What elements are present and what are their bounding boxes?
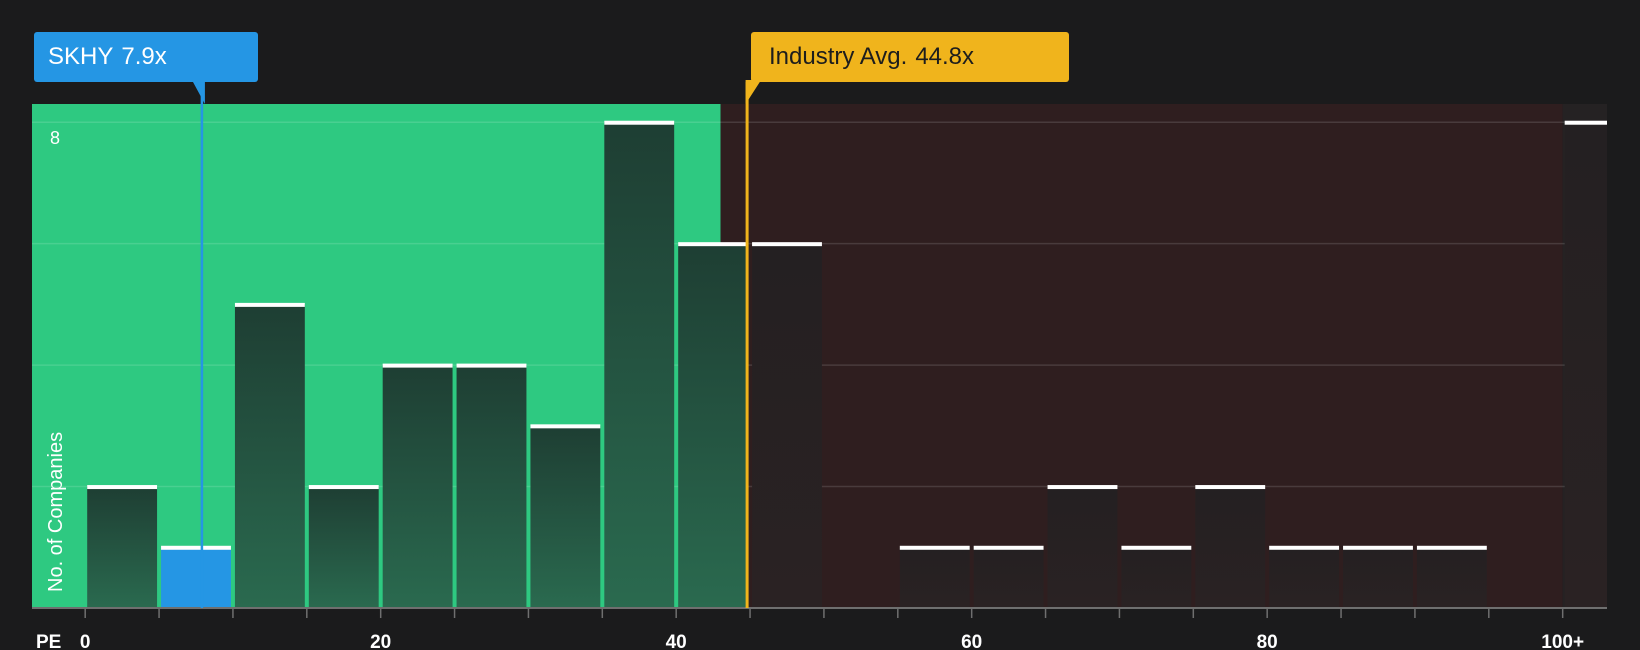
industry-avg-name: Industry Avg. [769,43,908,70]
histogram-bar [973,547,1044,608]
histogram-bar-cap [1121,545,1192,550]
histogram-bar-cap [1047,485,1118,490]
x-axis-label: PE [36,632,61,650]
histogram-bar-cap [161,545,231,550]
x-tick-label: 80 [1257,632,1278,650]
histogram-bar [1195,486,1266,608]
histogram-bar [678,243,749,608]
histogram-bar-cap [752,242,822,247]
company-callout: SKHY 7.9x [34,32,258,82]
histogram-bar [1047,486,1118,608]
company-pe-value: 7.9x [121,43,167,70]
histogram-bar [308,486,379,608]
industry-avg-value: 44.8x [915,43,975,70]
histogram-bar [1564,122,1607,609]
histogram-bar [604,122,675,609]
histogram-bar [382,365,453,608]
histogram-bar [1416,547,1487,608]
x-tick-label: 0 [80,632,91,650]
histogram-bar [1121,547,1192,608]
histogram-bar [456,365,527,608]
industry-avg-callout: Industry Avg. 44.8x [751,32,1069,82]
histogram-bar-cap [678,242,749,247]
histogram-bar-cap [1195,485,1266,490]
histogram-bar [87,486,158,608]
histogram-bar [1269,547,1340,608]
pe-histogram: 0 20 40 60 80 100+ PE 8 No. of Companies [32,32,1607,650]
histogram-bar [899,547,970,608]
histogram-bar-cap [382,363,453,368]
company-name: SKHY [48,43,114,70]
histogram-bar [1343,547,1413,608]
histogram-bar-cap [530,424,601,429]
y-tick-label: 8 [50,128,60,148]
overvalued-zone [720,104,1563,608]
x-tick-label: 40 [666,632,687,650]
histogram-bar-cap [456,363,527,368]
histogram-bar-cap [1343,545,1413,550]
histogram-bar [752,243,822,608]
histogram-bar-cap [973,545,1044,550]
histogram-bar-cap [899,545,970,550]
x-tick-label: 20 [370,632,391,650]
x-tick-label: 60 [961,632,982,650]
histogram-bar [234,304,305,608]
x-tick-label: 100+ [1541,632,1584,650]
histogram-bar-cap [308,485,379,490]
company-marker-pointer [191,80,205,104]
histogram-bar [161,547,231,608]
histogram-bar-cap [87,485,158,490]
histogram-bar [530,425,601,608]
histogram-bar-cap [234,302,305,307]
histogram-bar-cap [1269,545,1340,550]
histogram-bar-cap [1564,120,1607,125]
histogram-bar-cap [1416,545,1487,550]
histogram-bar-cap [604,120,675,125]
y-axis-label: No. of Companies [45,432,67,592]
